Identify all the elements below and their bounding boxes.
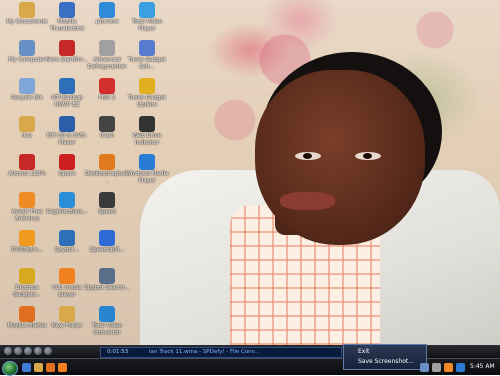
now-playing-title: Ian Track 11.wma - SPDefy! - File Conv..…	[149, 349, 260, 355]
spybot-icon	[59, 230, 75, 246]
alcohol-icon	[19, 154, 35, 170]
right-eye	[355, 152, 381, 160]
media-player-icon	[139, 154, 155, 170]
computer-icon	[19, 40, 35, 56]
start-button[interactable]	[2, 361, 18, 376]
spybot-search-icon	[99, 268, 115, 284]
play-icon[interactable]	[24, 347, 32, 355]
quick-launch-vlc-icon[interactable]	[58, 363, 67, 372]
folder-icon	[19, 2, 35, 18]
firefox-icon	[19, 306, 35, 322]
desktop-icon-label: Windows Media Player	[125, 171, 169, 184]
tray-volume-icon[interactable]	[432, 363, 441, 372]
context-menu: Exit Save Screenshot...	[343, 344, 427, 370]
recycle-bin-icon	[19, 78, 35, 94]
nero-icon	[59, 40, 75, 56]
gadget-update-icon	[139, 78, 155, 94]
prev-icon[interactable]	[14, 347, 22, 355]
cd-maker-icon	[59, 116, 75, 132]
web-drive-icon	[139, 116, 155, 132]
thunderbird-icon	[59, 2, 75, 18]
defrag-icon	[99, 40, 115, 56]
vlc-icon	[59, 268, 75, 284]
speedup-icon	[99, 230, 115, 246]
blank-icon	[139, 306, 155, 322]
desktop-icon-label: Tunes Gadget Sch...	[128, 57, 166, 70]
folder-icon	[19, 116, 35, 132]
stop-icon[interactable]	[4, 347, 12, 355]
avast-icon	[19, 192, 35, 208]
desktop-icon-label: Web Drive Indicator	[132, 133, 162, 146]
desktop-wallpaper: My Documents Mozilla Thunderbird µTorrent T…	[0, 0, 500, 345]
now-playing-display[interactable]: 0:01:53 Ian Track 11.wma - SPDefy! - Fil…	[100, 347, 342, 358]
next-icon[interactable]	[34, 347, 42, 355]
video-converter-icon	[99, 306, 115, 322]
speed-icon	[99, 192, 115, 208]
quick-launch-folder-icon[interactable]	[34, 363, 43, 372]
video-player-icon	[139, 2, 155, 18]
fem-icon	[99, 78, 115, 94]
dropbox-icon	[19, 268, 35, 284]
icam-icon	[99, 116, 115, 132]
quick-launch-firefox-icon[interactable]	[46, 363, 55, 372]
mouth	[280, 192, 335, 210]
desktop-icon-label: Total Video Player	[131, 19, 162, 32]
menu-item-exit[interactable]: Exit	[358, 348, 369, 355]
registry-icon	[59, 192, 75, 208]
blank-icon	[139, 192, 155, 208]
opera-icon	[59, 154, 75, 170]
blank-icon	[139, 268, 155, 284]
utorrent-icon	[99, 2, 115, 18]
tray-app-icon[interactable]	[456, 363, 465, 372]
taskbar-clock[interactable]: 5:45 AM	[470, 363, 495, 370]
desktop-icon-label: Tunes Gadget Update	[128, 95, 166, 108]
backup-icon	[59, 78, 75, 94]
volume-icon[interactable]	[44, 347, 52, 355]
gadget-icon	[139, 40, 155, 56]
folder-icon	[59, 306, 75, 322]
blank-icon	[139, 230, 155, 246]
menu-item-save-screenshot[interactable]: Save Screenshot...	[358, 358, 414, 365]
face	[255, 70, 425, 245]
quick-launch-ie-icon[interactable]	[22, 363, 31, 372]
network-icon[interactable]	[420, 363, 429, 372]
desktop-icon	[124, 306, 170, 345]
antivirus-icon[interactable]	[444, 363, 453, 372]
dvdstyler-icon	[19, 230, 35, 246]
capture-icon	[99, 154, 115, 170]
playback-time: 0:01:53	[107, 349, 129, 355]
left-eye	[295, 152, 321, 160]
